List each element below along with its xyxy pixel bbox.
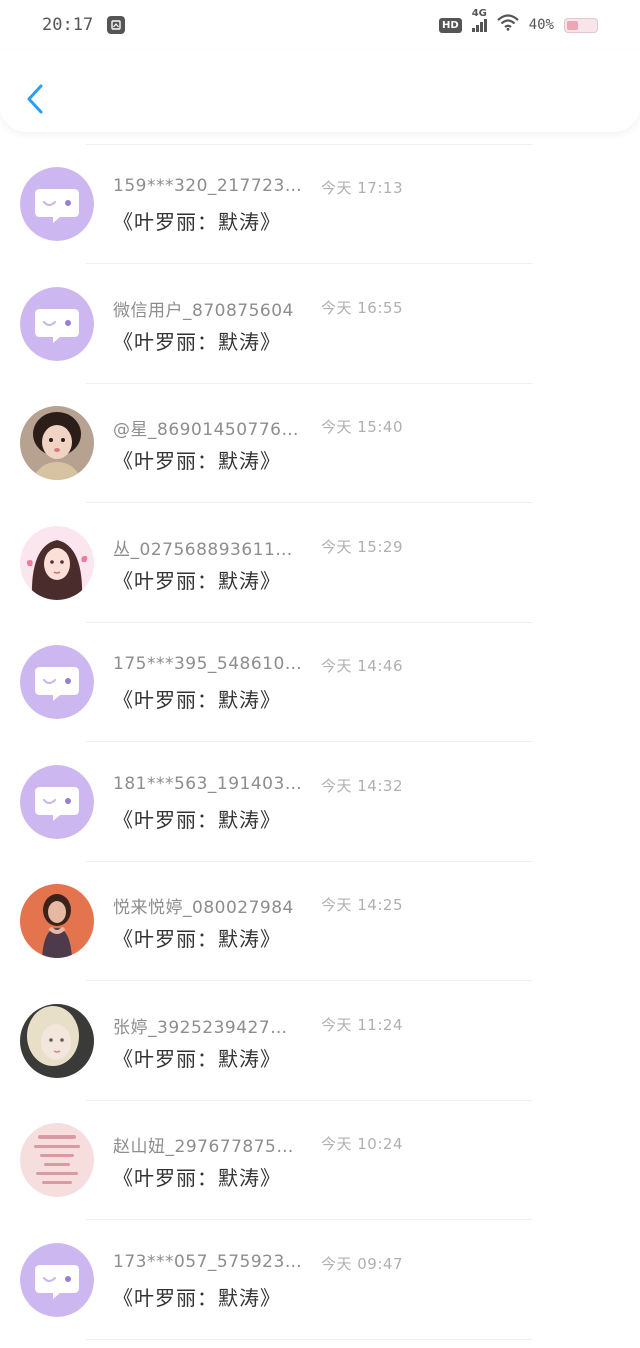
message-preview: 《叶罗丽：默涛》 [113,688,281,712]
message-row[interactable]: 159***320_217723… 今天 17:13 《叶罗丽：默涛》 [0,144,640,264]
user-avatar[interactable] [20,1123,94,1197]
message-time: 今天 14:25 [321,896,403,914]
battery-level [567,20,578,30]
notification-app-icon [107,16,126,34]
message-time: 今天 14:32 [321,776,403,795]
default-avatar-icon[interactable] [20,645,94,719]
message-time: 今天 16:55 [321,298,403,317]
network-type: 4G [471,7,487,19]
message-row[interactable]: 175***395_548610… 今天 14:46 《叶罗丽：默涛》 [0,622,640,742]
user-avatar[interactable] [20,884,94,958]
message-row[interactable]: 丛_0275688936119… 今天 15:29 《叶罗丽：默涛》 [0,503,640,623]
message-row[interactable]: 赵山妞_297677875… 今天 10:24 《叶罗丽：默涛》 [0,1100,640,1220]
message-row[interactable]: 悦来悦婷_080027984 今天 14:25 《叶罗丽：默涛》 [0,861,640,981]
sender-name: 181***563_191403… [113,773,303,794]
message-time: 今天 14:46 [321,657,403,675]
status-right: HD 4G 40% [439,8,598,36]
wifi-icon [496,14,519,36]
message-row[interactable]: 微信用户_870875604 今天 16:55 《叶罗丽：默涛》 [0,264,640,384]
message-time: 今天 15:40 [321,418,403,436]
status-left: 20:17 [42,15,126,35]
message-time: 今天 17:13 [321,179,403,197]
sender-name: 丛_0275688936119… [113,539,303,560]
status-time: 20:17 [42,15,94,35]
message-row[interactable]: 181***563_191403… 今天 14:32 《叶罗丽：默涛》 [0,742,640,862]
message-row[interactable]: @星_86901450776… 今天 15:40 《叶罗丽：默涛》 [0,383,640,503]
message-preview: 《叶罗丽：默涛》 [113,449,281,473]
sender-name: 赵山妞_297677875… [113,1137,294,1157]
sender-name: 张婷_3925239427… [113,1017,288,1038]
default-avatar-icon[interactable] [20,167,94,241]
message-list: 159***320_217723… 今天 17:13 《叶罗丽：默涛》 微信用户_8… [0,144,640,1340]
message-time: 今天 09:47 [321,1254,403,1273]
row-divider [86,144,532,145]
message-time: 今天 15:29 [321,537,403,556]
user-avatar[interactable] [20,406,94,480]
message-preview: 《叶罗丽：默涛》 [113,1285,281,1310]
message-preview: 《叶罗丽：默涛》 [113,568,281,593]
message-row[interactable]: 173***057_575923169 今天 09:47 《叶罗丽：默涛》 [0,1220,640,1340]
message-preview: 《叶罗丽：默涛》 [113,1046,281,1071]
default-avatar-icon[interactable] [20,764,94,839]
sender-name: 微信用户_870875604 [113,300,294,321]
top-nav-bar [0,50,640,132]
message-preview: 《叶罗丽：默涛》 [113,329,281,354]
signal-icon: 4G [471,8,487,32]
battery-percent: 40% [528,17,554,33]
sender-name: 175***395_548610… [113,654,303,674]
message-preview: 《叶罗丽：默涛》 [113,927,281,951]
row-divider [86,1338,532,1340]
status-bar: 20:17 HD 4G 40% [0,0,640,50]
message-preview: 《叶罗丽：默涛》 [113,1166,281,1190]
back-button[interactable] [18,76,52,122]
sender-name: 173***057_575923169 [113,1251,303,1272]
message-preview: 《叶罗丽：默涛》 [113,210,281,234]
battery-icon [564,17,598,33]
chevron-left-icon [27,84,43,114]
sender-name: @星_86901450776… [113,420,299,440]
hd-badge: HD [439,17,462,33]
message-time: 今天 11:24 [321,1015,403,1034]
default-avatar-icon[interactable] [20,286,94,361]
user-avatar[interactable] [20,1003,94,1078]
message-preview: 《叶罗丽：默涛》 [113,807,281,832]
message-time: 今天 10:24 [321,1135,403,1153]
sender-name: 159***320_217723… [113,176,303,196]
user-avatar[interactable] [20,525,94,600]
default-avatar-icon[interactable] [20,1242,94,1317]
sender-name: 悦来悦婷_080027984 [113,898,294,918]
message-row[interactable]: 张婷_3925239427… 今天 11:24 《叶罗丽：默涛》 [0,981,640,1101]
